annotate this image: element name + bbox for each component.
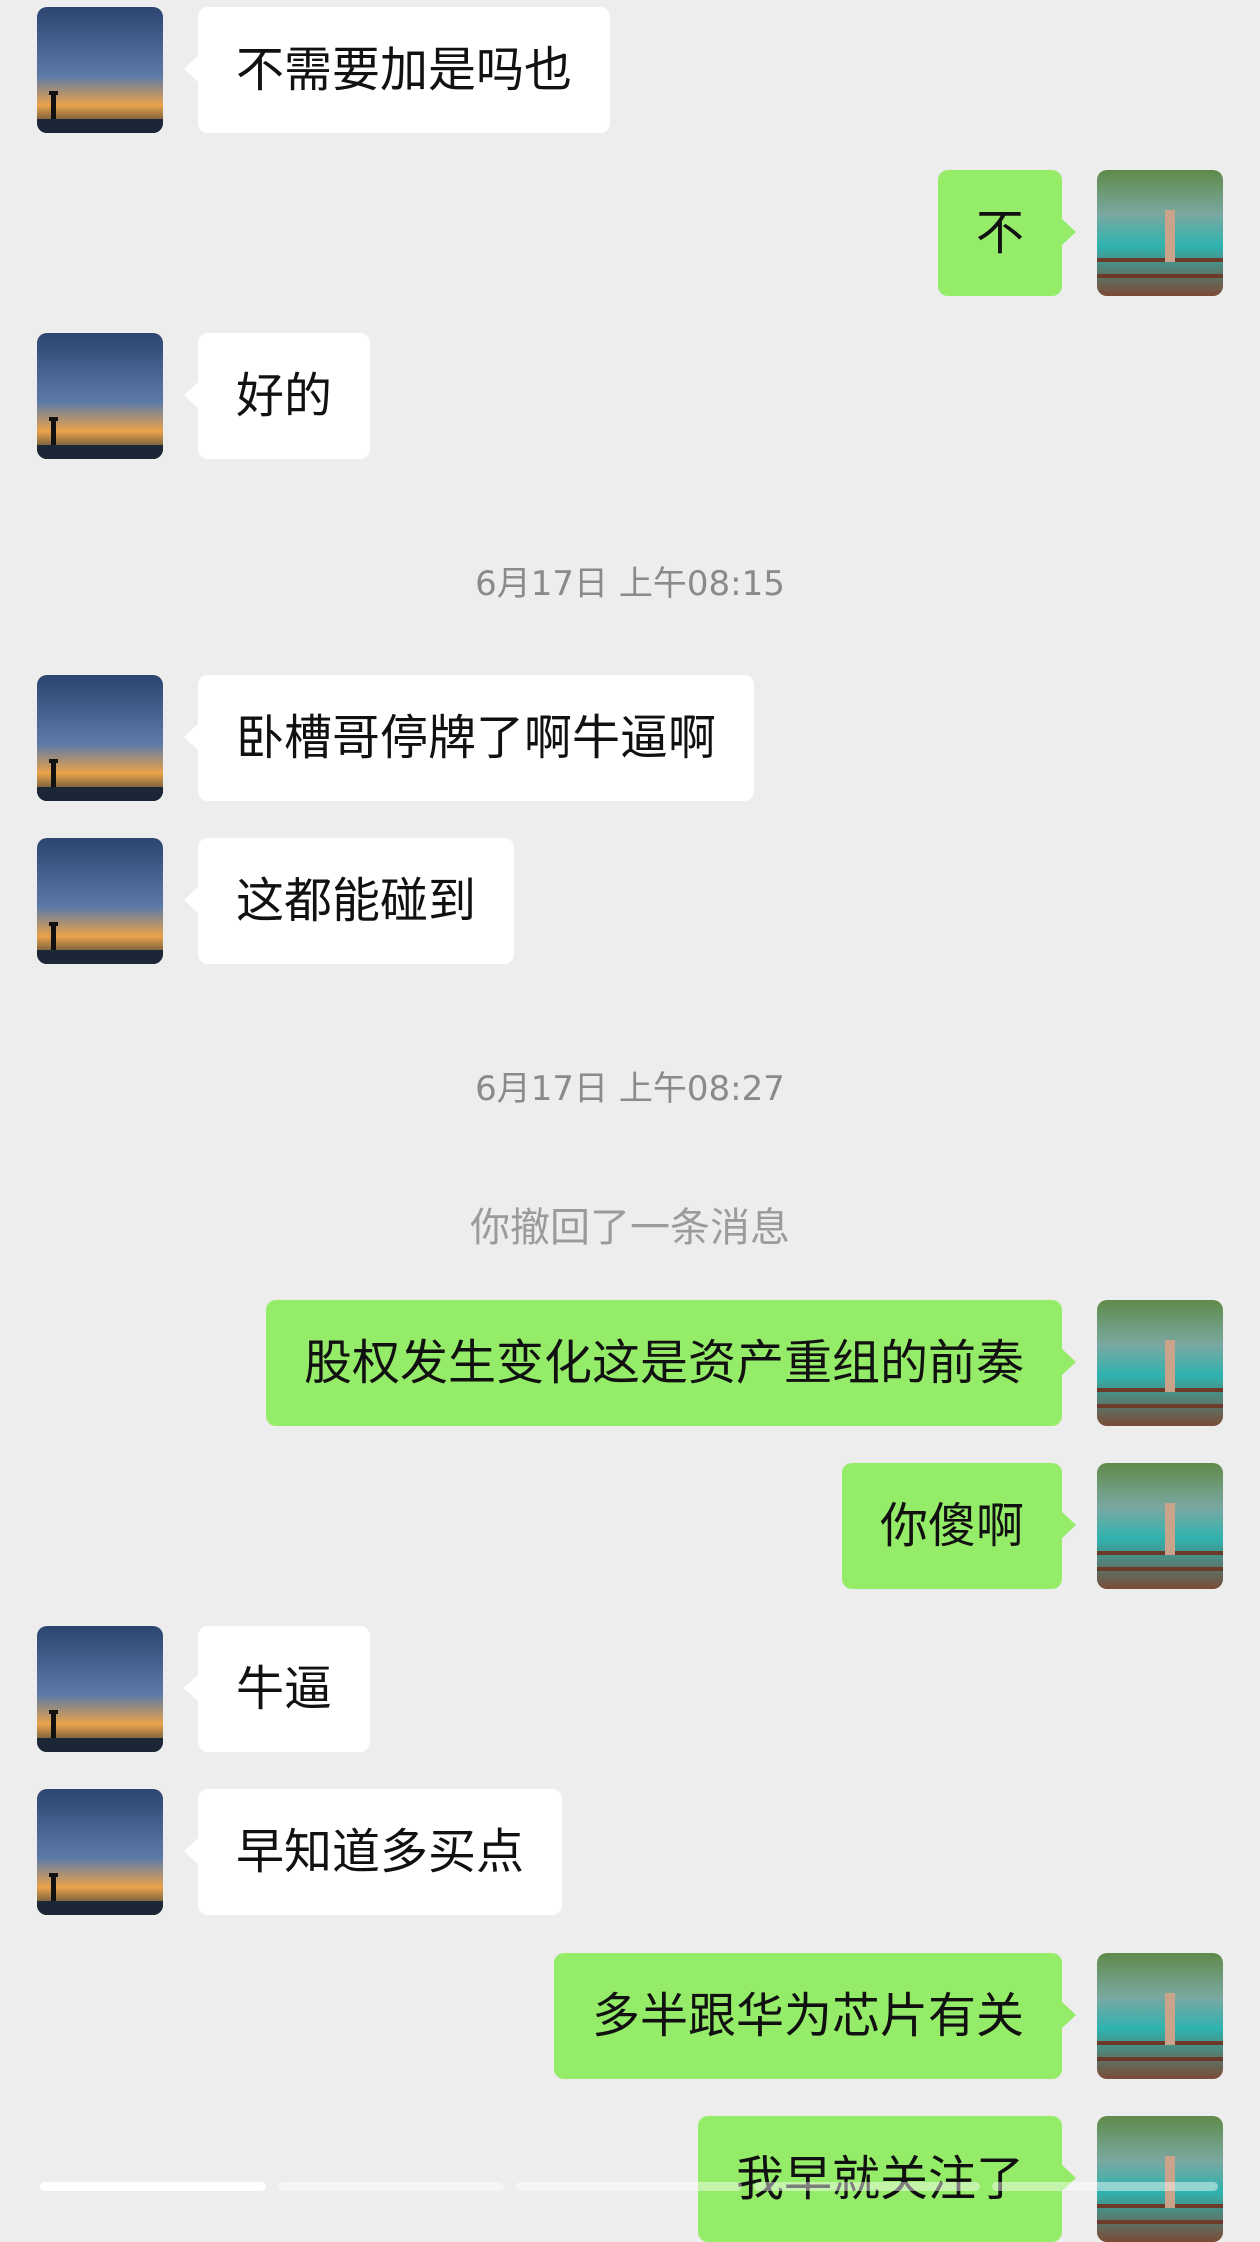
recall-notice: 你撤回了一条消息	[470, 1205, 790, 1251]
self-avatar[interactable]	[1097, 1953, 1223, 2079]
self-avatar[interactable]	[1097, 1300, 1223, 1426]
message-text: 卧槽哥停牌了啊牛逼啊	[236, 710, 717, 766]
self-avatar[interactable]	[1097, 170, 1223, 296]
contact-avatar[interactable]	[37, 7, 163, 133]
incoming-message-bubble[interactable]: 卧槽哥停牌了啊牛逼啊	[183, 675, 755, 801]
timestamp: 6月17日 上午08:15	[475, 564, 785, 604]
outgoing-message-bubble[interactable]: 不	[937, 170, 1077, 296]
incoming-message-bubble[interactable]: 这都能碰到	[183, 838, 515, 964]
outgoing-message-bubble[interactable]: 我早就关注了	[697, 2116, 1077, 2242]
contact-avatar[interactable]	[37, 1626, 163, 1752]
outgoing-message-bubble[interactable]: 股权发生变化这是资产重组的前奏	[265, 1300, 1077, 1426]
message-text: 这都能碰到	[236, 873, 477, 929]
contact-avatar[interactable]	[37, 333, 163, 459]
contact-avatar[interactable]	[37, 1789, 163, 1915]
incoming-message-bubble[interactable]: 好的	[183, 333, 371, 459]
page-indicator	[992, 2182, 1218, 2191]
message-text: 不需要加是吗也	[236, 42, 573, 98]
message-text: 不	[975, 205, 1024, 261]
message-text: 股权发生变化这是资产重组的前奏	[303, 1335, 1024, 1391]
page-indicator-active	[40, 2182, 266, 2191]
self-avatar[interactable]	[1097, 1463, 1223, 1589]
outgoing-message-bubble[interactable]: 多半跟华为芯片有关	[553, 1953, 1077, 2079]
outgoing-message-bubble[interactable]: 你傻啊	[841, 1463, 1077, 1589]
message-text: 好的	[236, 368, 333, 424]
incoming-message-bubble[interactable]: 牛逼	[183, 1626, 371, 1752]
message-text: 牛逼	[236, 1661, 333, 1717]
message-text: 我早就关注了	[735, 2151, 1024, 2207]
timestamp: 6月17日 上午08:27	[475, 1069, 785, 1109]
contact-avatar[interactable]	[37, 838, 163, 964]
message-text: 多半跟华为芯片有关	[591, 1988, 1024, 2044]
incoming-message-bubble[interactable]: 不需要加是吗也	[183, 7, 611, 133]
page-indicator	[278, 2182, 504, 2191]
message-text: 你傻啊	[879, 1498, 1024, 1554]
contact-avatar[interactable]	[37, 675, 163, 801]
incoming-message-bubble[interactable]: 早知道多买点	[183, 1789, 563, 1915]
self-avatar[interactable]	[1097, 2116, 1223, 2242]
page-indicator	[516, 2182, 742, 2191]
page-indicator	[754, 2182, 980, 2191]
message-text: 早知道多买点	[236, 1824, 525, 1880]
